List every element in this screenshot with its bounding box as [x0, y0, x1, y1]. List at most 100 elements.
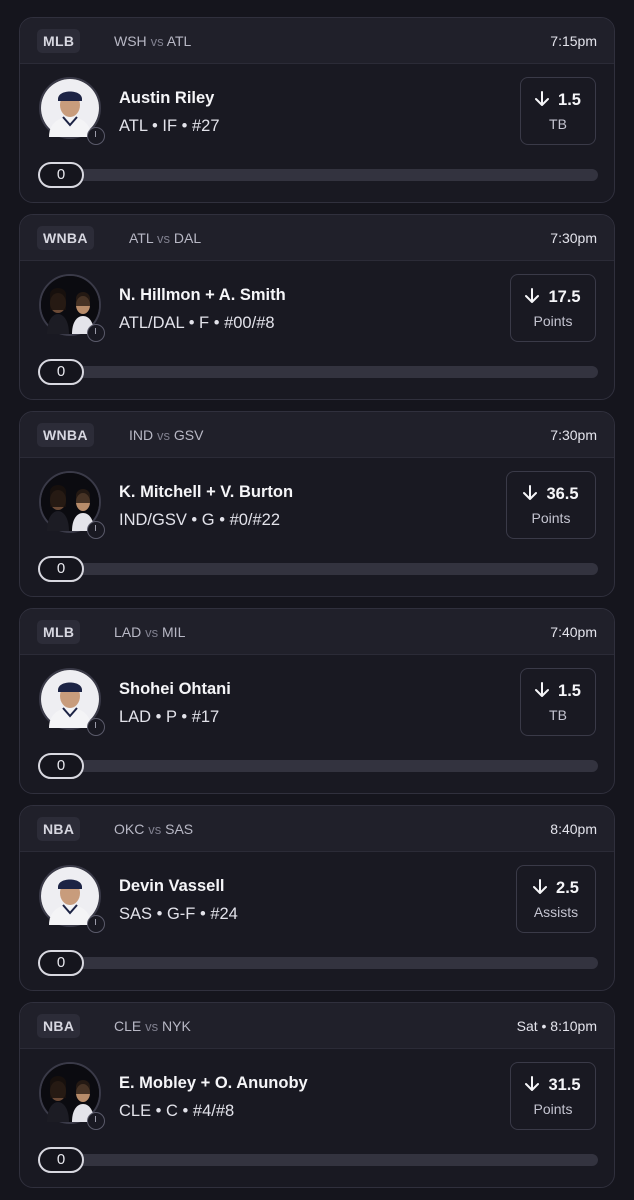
game-header: NBA CLE vs NYK Sat • 8:10pm — [20, 1003, 614, 1049]
progress-value: 0 — [38, 753, 84, 779]
game-time: 7:40pm — [550, 624, 597, 640]
progress-track — [60, 366, 598, 378]
matchup: IND vs GSV — [129, 425, 203, 446]
game-header: NBA OKC vs SAS 8:40pm — [20, 806, 614, 852]
home-team: SAS — [165, 821, 194, 837]
vs-label: vs — [145, 625, 159, 640]
pick-card[interactable]: WNBA IND vs GSV 7:30pm K. Mitchell + V. Bu… — [19, 411, 615, 597]
stat-label: TB — [549, 116, 567, 132]
progress-track — [60, 760, 598, 772]
player-avatar — [39, 274, 105, 342]
home-team: GSV — [173, 427, 204, 443]
progress-value: 0 — [38, 556, 84, 582]
player-name: K. Mitchell + V. Burton — [119, 483, 294, 501]
game-time: 7:30pm — [550, 427, 597, 443]
line-box[interactable]: 1.5 TB — [520, 668, 596, 736]
vs-label: vs — [157, 428, 171, 443]
stat-label: Assists — [533, 904, 579, 920]
stat-label: Points — [533, 313, 573, 329]
league-badge: NBA — [37, 1014, 81, 1038]
game-time: 8:40pm — [550, 821, 597, 837]
stat-label: Points — [533, 1101, 573, 1117]
clock-icon — [87, 718, 105, 736]
pick-card[interactable]: WNBA ATL vs DAL 7:30pm N. Hillmon + A. Smi… — [19, 214, 615, 400]
progress-value: 0 — [38, 1147, 84, 1173]
away-team: CLE — [114, 1018, 142, 1034]
player-info: ATL • IF • #27 — [119, 117, 220, 135]
arrow-down-icon — [525, 288, 540, 304]
league-badge: NBA — [37, 817, 81, 841]
line-value: 17.5 — [548, 288, 581, 306]
league-badge: MLB — [37, 620, 81, 644]
player-info: CLE • C • #4/#8 — [119, 1102, 235, 1120]
line-box[interactable]: 36.5 Points — [506, 471, 596, 539]
game-header: WNBA IND vs GSV 7:30pm — [20, 412, 614, 458]
player-info: LAD • P • #17 — [119, 708, 220, 726]
player-info: SAS • G-F • #24 — [119, 905, 238, 923]
arrow-down-icon — [533, 879, 548, 895]
progress-track — [60, 169, 598, 181]
line-value: 1.5 — [558, 682, 581, 700]
game-time: 7:15pm — [550, 33, 597, 49]
matchup: CLE vs NYK — [114, 1016, 191, 1037]
away-team: ATL — [129, 230, 154, 246]
stat-label: TB — [549, 707, 567, 723]
pick-card[interactable]: NBA OKC vs SAS 8:40pm Devin Vassell SAS • G… — [19, 805, 615, 991]
vs-label: vs — [145, 1019, 159, 1034]
game-time: 7:30pm — [550, 230, 597, 246]
stat-label: Points — [531, 510, 571, 526]
progress-value: 0 — [38, 359, 84, 385]
player-name: Devin Vassell — [119, 877, 225, 895]
pick-card[interactable]: NBA CLE vs NYK Sat • 8:10pm E. Mobley + O.… — [19, 1002, 615, 1188]
line-value-row: 1.5 — [521, 91, 595, 110]
line-value: 31.5 — [548, 1076, 581, 1094]
home-team: DAL — [173, 230, 202, 246]
home-team: ATL — [166, 33, 192, 49]
clock-icon — [87, 127, 105, 145]
line-box[interactable]: 17.5 Points — [510, 274, 596, 342]
away-team: IND — [129, 427, 154, 443]
player-avatar — [39, 668, 105, 736]
progress-value: 0 — [38, 162, 84, 188]
line-value: 36.5 — [546, 485, 579, 503]
line-value-row: 2.5 — [517, 879, 595, 898]
line-box[interactable]: 1.5 TB — [520, 77, 596, 145]
player-avatar — [39, 471, 105, 539]
pick-card[interactable]: MLB WSH vs ATL 7:15pm Austin Riley ATL • IF… — [19, 17, 615, 203]
away-team: LAD — [114, 624, 142, 640]
matchup: OKC vs SAS — [114, 819, 193, 840]
matchup: WSH vs ATL — [114, 31, 191, 52]
player-avatar — [39, 77, 105, 145]
player-name: Austin Riley — [119, 89, 215, 107]
line-value-row: 1.5 — [521, 682, 595, 701]
progress-track — [60, 1154, 598, 1166]
player-name: N. Hillmon + A. Smith — [119, 286, 286, 304]
line-value-row: 17.5 — [511, 288, 595, 307]
matchup: ATL vs DAL — [129, 228, 201, 249]
picks-list: MLB WSH vs ATL 7:15pm Austin Riley ATL • IF… — [0, 0, 634, 1200]
progress-value: 0 — [38, 950, 84, 976]
player-info: ATL/DAL • F • #00/#8 — [119, 314, 275, 332]
line-value-row: 31.5 — [511, 1076, 595, 1095]
player-avatar — [39, 1062, 105, 1130]
line-box[interactable]: 31.5 Points — [510, 1062, 596, 1130]
game-header: MLB WSH vs ATL 7:15pm — [20, 18, 614, 64]
home-team: NYK — [162, 1018, 191, 1034]
player-avatar — [39, 865, 105, 933]
game-header: WNBA ATL vs DAL 7:30pm — [20, 215, 614, 261]
away-team: OKC — [114, 821, 145, 837]
league-badge: MLB — [37, 29, 81, 53]
away-team: WSH — [114, 33, 147, 49]
arrow-down-icon — [525, 1076, 540, 1092]
clock-icon — [87, 915, 105, 933]
line-value: 2.5 — [556, 879, 579, 897]
pick-card[interactable]: MLB LAD vs MIL 7:40pm Shohei Ohtani LAD • P… — [19, 608, 615, 794]
arrow-down-icon — [523, 485, 538, 501]
progress-track — [60, 957, 598, 969]
league-badge: WNBA — [37, 423, 94, 447]
line-value-row: 36.5 — [507, 485, 595, 504]
line-box[interactable]: 2.5 Assists — [516, 865, 596, 933]
clock-icon — [87, 521, 105, 539]
arrow-down-icon — [535, 682, 550, 698]
game-time: Sat • 8:10pm — [516, 1018, 597, 1034]
